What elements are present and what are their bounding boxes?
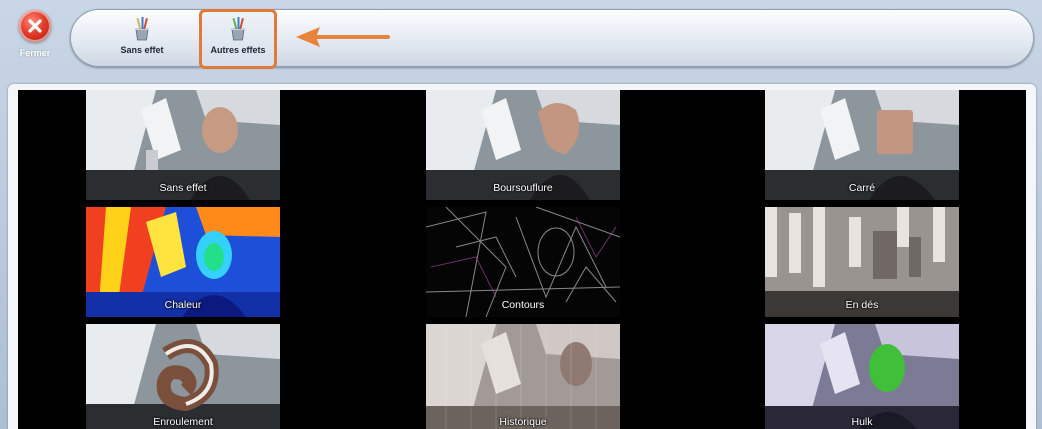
effect-label: Enroulement <box>153 416 213 428</box>
effect-thumb-enroulement[interactable]: Enroulement <box>86 324 280 429</box>
effect-label: Chaleur <box>164 299 202 311</box>
effect-thumb-historique[interactable]: Historique <box>426 324 620 429</box>
sans-effet-button[interactable]: Sans effet <box>105 12 179 66</box>
effect-thumb-hulk[interactable]: Hulk <box>765 324 959 429</box>
arrow-icon <box>296 27 390 47</box>
effect-label: Sans effet <box>159 182 207 194</box>
effect-label: Boursouflure <box>493 182 553 194</box>
effect-label: Hulk <box>851 416 873 428</box>
toolbar: Sans effet Autres effets <box>70 9 1034 69</box>
effect-thumb-sans-effet[interactable]: Sans effet <box>86 90 280 200</box>
brush-cup-icon <box>231 17 245 41</box>
effect-thumb-contours[interactable]: Contours <box>426 207 620 317</box>
effect-label: Historique <box>499 416 547 428</box>
effect-thumb-en-des[interactable]: En dés <box>765 207 959 317</box>
webcam-preview <box>86 324 280 429</box>
autres-effets-button[interactable]: Autres effets <box>199 9 277 69</box>
effect-label: Carré <box>848 182 876 194</box>
effect-label: Contours <box>501 299 545 311</box>
effects-panel: Sans effet Boursouflure Carré Chaleur Co… <box>8 84 1036 429</box>
close-icon <box>19 10 51 42</box>
close-button[interactable]: Fermer <box>14 10 56 66</box>
effect-thumb-carre[interactable]: Carré <box>765 90 959 200</box>
close-label: Fermer <box>19 48 51 58</box>
brush-cup-icon <box>135 17 149 41</box>
webcam-preview <box>765 324 959 429</box>
sans-effet-label: Sans effet <box>120 45 164 55</box>
effect-thumb-chaleur[interactable]: Chaleur <box>86 207 280 317</box>
effects-grid: Sans effet Boursouflure Carré Chaleur Co… <box>18 90 1026 429</box>
webcam-preview <box>426 324 620 429</box>
effect-thumb-boursouflure[interactable]: Boursouflure <box>426 90 620 200</box>
effect-label: En dés <box>845 299 879 311</box>
autres-effets-label: Autres effets <box>210 45 266 55</box>
